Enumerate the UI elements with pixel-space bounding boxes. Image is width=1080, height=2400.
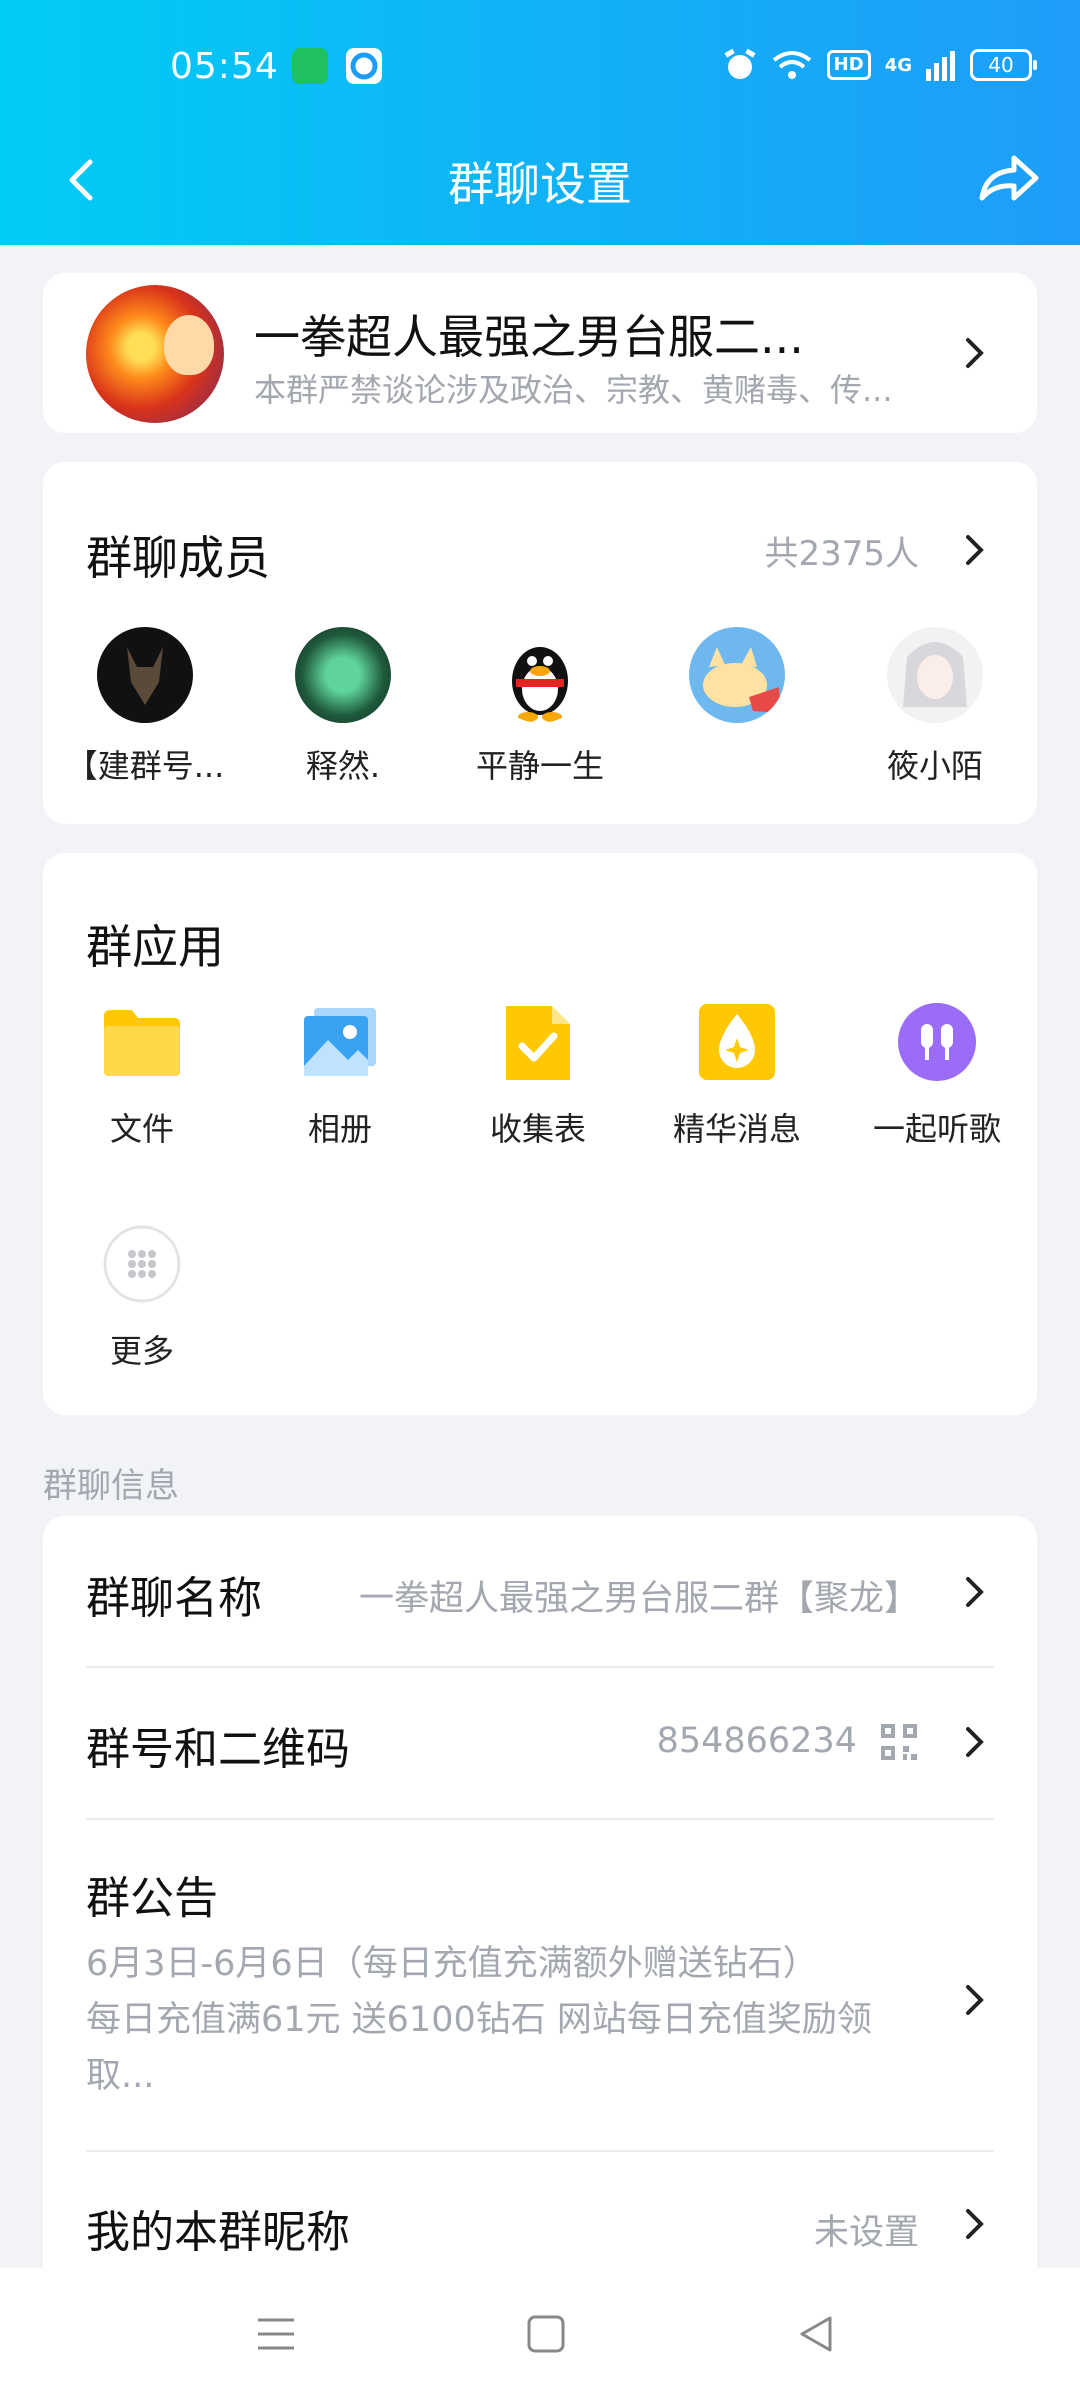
app-label: 相册 xyxy=(307,1110,372,1148)
album-icon xyxy=(300,1002,380,1082)
network-indicator: 4G xyxy=(884,54,912,76)
group-id-value: 854866234 xyxy=(656,1721,857,1761)
browser-notification-icon xyxy=(346,48,382,84)
chevron-right-icon xyxy=(966,338,984,368)
member-item[interactable]: 筱小陌 xyxy=(850,627,1020,787)
chevron-right-icon xyxy=(966,2209,984,2239)
app-label: 文件 xyxy=(109,1110,174,1148)
battery-indicator: 40 xyxy=(970,49,1037,81)
member-avatar xyxy=(689,627,785,723)
app-label: 收集表 xyxy=(489,1110,586,1148)
chevron-right-icon xyxy=(966,535,984,565)
system-nav-bar xyxy=(0,2268,1080,2400)
nickname-label: 我的本群昵称 xyxy=(86,2207,350,2258)
wechat-notification-icon xyxy=(292,48,328,84)
app-form[interactable]: 收集表 xyxy=(448,1002,628,1150)
member-item[interactable]: 释然. xyxy=(258,627,428,787)
app-essence[interactable]: 精华消息 xyxy=(647,1002,827,1150)
signal-icon xyxy=(926,51,955,81)
qr-code-icon xyxy=(881,1724,917,1760)
chevron-right-icon xyxy=(966,1727,984,1757)
notice-line: 每日充值满61元 送6100钻石 网站每日充值奖励领 xyxy=(86,2000,872,2040)
alarm-icon xyxy=(724,48,756,79)
essence-icon xyxy=(697,1002,777,1082)
back-triangle-icon[interactable] xyxy=(796,2314,836,2354)
chevron-right-icon xyxy=(966,1985,984,2015)
member-item[interactable] xyxy=(652,627,822,741)
members-title: 群聊成员 xyxy=(86,531,270,585)
nav-bar: 群聊设置 xyxy=(0,140,1080,220)
group-description: 本群严禁谈论涉及政治、宗教、黄赌毒、传... xyxy=(254,371,893,409)
notice-line: 取... xyxy=(86,2056,155,2096)
group-info-card: 群聊名称 一拳超人最强之男台服二群【聚龙】 群号和二维码 854866234 群… xyxy=(43,1516,1037,2276)
member-avatar xyxy=(295,627,391,723)
status-bar: 05:54 HD 4G 40 xyxy=(0,38,1080,98)
section-label: 群聊信息 xyxy=(43,1466,179,1506)
member-name: 释然. xyxy=(305,747,381,785)
app-listen-together[interactable]: 一起听歌 xyxy=(847,1002,1027,1150)
member-avatar xyxy=(97,627,193,723)
member-count: 共2375人 xyxy=(764,534,919,574)
member-avatar xyxy=(492,627,588,723)
notice-line: 6月3日-6月6日（每日充值充满额外赠送钻石） xyxy=(86,1944,818,1984)
menu-icon[interactable] xyxy=(256,2314,296,2354)
member-name: 平静一生 xyxy=(475,747,604,785)
group-avatar xyxy=(86,285,224,423)
status-icons: HD 4G 40 xyxy=(723,48,1037,82)
member-item[interactable]: 【建群号... xyxy=(60,627,230,787)
group-id-label: 群号和二维码 xyxy=(86,1724,350,1775)
app-label: 一起听歌 xyxy=(872,1110,1001,1148)
app-label: 更多 xyxy=(109,1332,174,1370)
chevron-right-icon xyxy=(966,1577,984,1607)
home-icon[interactable] xyxy=(526,2314,566,2354)
group-name: 一拳超人最强之男台服二... xyxy=(254,310,804,364)
more-grid-icon xyxy=(102,1224,182,1304)
group-name-label: 群聊名称 xyxy=(86,1573,262,1624)
form-icon xyxy=(498,1002,578,1082)
headphones-icon xyxy=(897,1002,977,1082)
hd-indicator: HD xyxy=(826,50,871,80)
apps-title: 群应用 xyxy=(86,920,224,974)
wifi-icon xyxy=(772,51,811,79)
app-files[interactable]: 文件 xyxy=(52,1002,232,1150)
header-bar: 05:54 HD 4G 40 群聊设置 xyxy=(0,0,1080,245)
member-item[interactable]: 平静一生 xyxy=(455,627,625,787)
app-more[interactable]: 更多 xyxy=(52,1224,232,1372)
app-album[interactable]: 相册 xyxy=(250,1002,430,1150)
share-icon[interactable] xyxy=(976,148,1042,208)
group-name-value: 一拳超人最强之男台服二群【聚龙】 xyxy=(358,1579,919,1619)
app-label: 精华消息 xyxy=(672,1110,801,1148)
page-title: 群聊设置 xyxy=(448,157,632,211)
member-name: 【建群号... xyxy=(65,747,225,785)
status-time: 05:54 xyxy=(170,46,279,87)
member-avatar xyxy=(887,627,983,723)
group-profile-card[interactable]: 一拳超人最强之男台服二... 本群严禁谈论涉及政治、宗教、黄赌毒、传... xyxy=(43,273,1037,433)
folder-icon xyxy=(102,1002,182,1082)
notice-label: 群公告 xyxy=(86,1873,218,1924)
nickname-value: 未设置 xyxy=(813,2213,919,2253)
member-name: 筱小陌 xyxy=(886,747,983,785)
